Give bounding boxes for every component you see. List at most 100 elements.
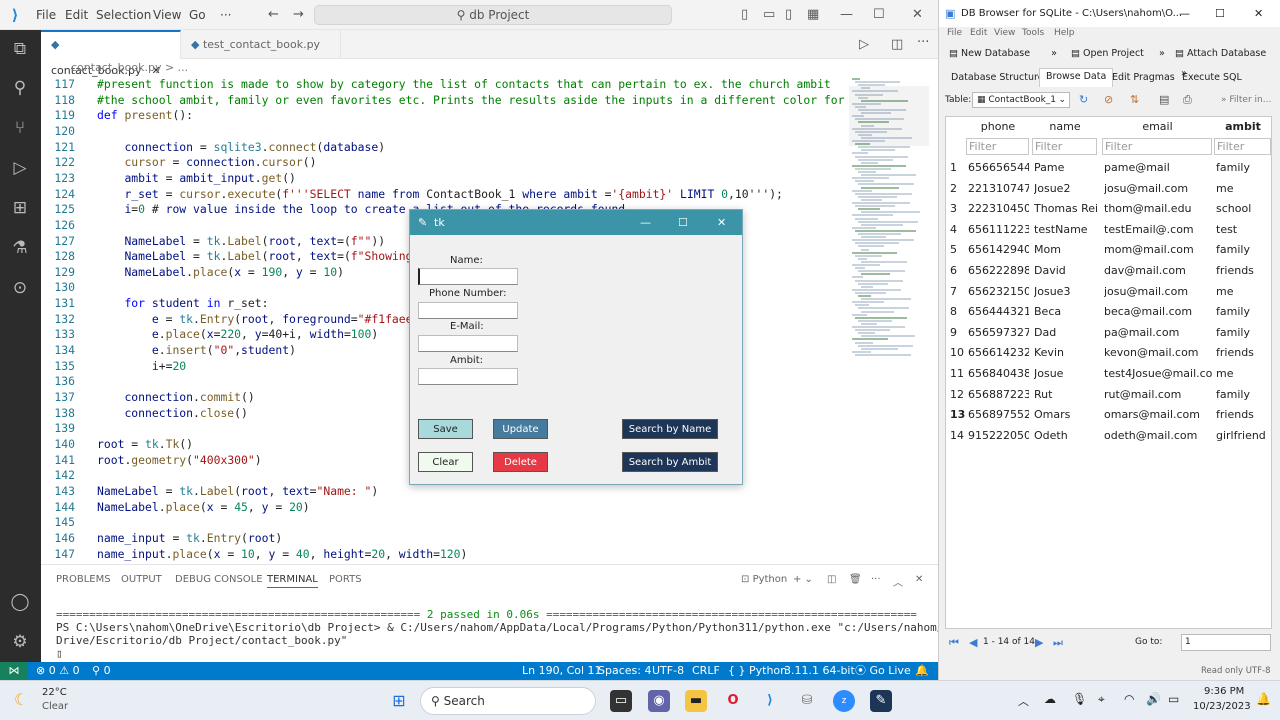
table-cell-email[interactable]: beca@mail.com (1104, 302, 1212, 322)
search-icon[interactable]: ⚲ (9, 77, 31, 99)
clear-filters-icon[interactable]: ⊘ (1104, 93, 1113, 106)
table-cell-name[interactable]: David (1034, 261, 1097, 281)
db-menu-view[interactable]: View (994, 28, 1015, 38)
panel-tab-problems[interactable]: PROBLEMS (56, 574, 111, 585)
clear-sorting-icon[interactable]: ⇅ (1130, 93, 1139, 106)
volume-icon[interactable]: 🔊 (1146, 692, 1161, 706)
table-cell-name[interactable]: Josue2 (1034, 179, 1097, 199)
panel-tab-debug-console[interactable]: DEBUG CONSOLE (175, 574, 263, 585)
table-cell-email[interactable]: omars@mail.com (1104, 405, 1212, 425)
customize-layout-icon[interactable]: ▦ (807, 7, 819, 22)
new-database-button[interactable]: ▤ New Database » (949, 44, 1057, 64)
table-cell-phone[interactable]: 6566142323 (968, 343, 1029, 363)
maximize-icon[interactable]: ☐ (678, 210, 688, 235)
table-cell-phone[interactable]: 6568404388 (968, 364, 1029, 384)
row-number[interactable]: 5 (950, 240, 966, 260)
row-number[interactable]: 14 (950, 426, 966, 446)
table-cell-ambit[interactable]: friends (1216, 343, 1271, 363)
filter-in-all-columns[interactable]: » Filter in... (1221, 95, 1271, 105)
close-panel-icon[interactable]: ✕ (915, 574, 923, 585)
gear-icon[interactable]: ⚙ (9, 631, 31, 653)
line-ending[interactable]: CRLF (692, 662, 720, 680)
last-page-icon[interactable]: ⏭ (1053, 636, 1063, 650)
search-by-name-button[interactable]: Search by Name (622, 419, 718, 439)
first-page-icon[interactable]: ⏮ (949, 636, 959, 650)
vscode-taskbar-icon[interactable]: ⟩ (759, 690, 781, 712)
trash-icon[interactable]: 🗑 (849, 574, 862, 585)
toggle-sidebar-icon[interactable]: ▯ (741, 7, 748, 22)
weather-desc[interactable]: Clear (42, 701, 68, 712)
phone-input[interactable] (418, 302, 518, 319)
minimize-icon[interactable]: — (840, 7, 853, 22)
table-cell-phone[interactable]: 656656544 (968, 158, 1029, 178)
table-cell-email[interactable]: thom@mail.edu (1104, 199, 1212, 219)
table-cell-ambit[interactable]: family (1216, 385, 1271, 405)
toggle-secondary-sidebar-icon[interactable]: ▯ (785, 7, 792, 22)
db-menu-edit[interactable]: Edit (970, 28, 987, 38)
table-cell-phone[interactable]: 2213107474 (968, 179, 1029, 199)
close-icon[interactable]: ✕ (912, 7, 923, 22)
row-number[interactable]: 6 (950, 261, 966, 281)
cursor-position[interactable]: Ln 190, Col 11 (522, 662, 602, 680)
column-header-ambit[interactable]: ambit (1214, 117, 1271, 137)
save-button[interactable]: Save (418, 419, 473, 439)
taskbar-search[interactable]: ⚲ Search (420, 687, 596, 715)
table-cell-name[interactable]: Kevin (1034, 343, 1097, 363)
table-cell-phone[interactable]: 6565973277 (968, 323, 1029, 343)
panel-tab-output[interactable]: OUTPUT (121, 574, 162, 585)
column-filter-phone[interactable]: Filter (966, 138, 1029, 155)
forward-arrow-icon[interactable]: → (293, 7, 304, 22)
table-cell-name[interactable]: Rut (1034, 385, 1097, 405)
tk-taskbar-icon[interactable]: ✎ (870, 690, 892, 712)
row-number[interactable]: 8 (950, 302, 966, 322)
table-cell-name[interactable]: testName (1034, 220, 1097, 240)
table-cell-ambit[interactable]: friends (1216, 405, 1271, 425)
account-icon[interactable]: ◯ (9, 591, 31, 613)
column-filter-name[interactable]: Filter (1032, 138, 1097, 155)
refresh-icon[interactable]: ↻ (1079, 93, 1088, 106)
table-cell-name[interactable]: Pame (1034, 158, 1097, 178)
table-cell-ambit[interactable]: me (1216, 179, 1271, 199)
table-cell-ambit[interactable]: family (1216, 302, 1271, 322)
table-cell-name[interactable]: Beca (1034, 302, 1097, 322)
panel-tab-terminal[interactable]: TERMINAL (267, 574, 318, 588)
menu-file[interactable]: File (36, 8, 56, 22)
language-mode[interactable]: { } Python (728, 662, 787, 680)
tab-contact-book[interactable]: ◆ contact_book.py ✕ (41, 30, 181, 77)
clock-time[interactable]: 9:36 PM (1204, 686, 1244, 697)
table-cell-ambit[interactable]: test (1216, 220, 1271, 240)
open-project-button[interactable]: ▤ Open Project » (1071, 44, 1165, 64)
minimap[interactable] (849, 76, 929, 564)
prev-page-icon[interactable]: ◀ (969, 636, 977, 649)
db-menu-tools[interactable]: Tools (1022, 28, 1044, 38)
row-number[interactable]: 9 (950, 323, 966, 343)
search-by-ambit-button[interactable]: Search by Ambit (622, 452, 718, 472)
table-cell-phone[interactable]: 6564443212 (968, 302, 1029, 322)
row-number[interactable]: 10 (950, 343, 966, 363)
table-cell-name[interactable]: Thomas Reid (1034, 199, 1097, 219)
minimap-slider[interactable] (849, 86, 929, 146)
table-cell-email[interactable]: pa@mail.com (1104, 323, 1212, 343)
zoom-icon[interactable]: z (833, 690, 855, 712)
tab-edit-pragmas[interactable]: Edit Pragmas (1112, 70, 1175, 86)
file-explorer-icon[interactable]: ▬ (685, 690, 707, 712)
split-terminal-icon[interactable]: ◫ (827, 574, 836, 585)
terminal-kind[interactable]: ⊡ Python (741, 574, 787, 585)
maximize-icon[interactable]: ☐ (873, 7, 885, 22)
clock-date[interactable]: 10/23/2023 (1193, 701, 1251, 712)
more-actions-icon[interactable]: ··· (917, 35, 929, 50)
table-cell-email[interactable]: rut@mail.com (1104, 385, 1212, 405)
close-icon[interactable]: ✕ (717, 210, 726, 235)
table-cell-phone[interactable]: 2223104505 (968, 199, 1029, 219)
close-icon[interactable]: ✕ (1254, 0, 1263, 27)
row-number[interactable]: 13 (950, 405, 966, 425)
menu-go[interactable]: Go (189, 8, 206, 22)
table-cell-phone[interactable]: 6562321509 (968, 282, 1029, 302)
testing-icon[interactable]: ⚗ (9, 237, 31, 259)
table-cell-email[interactable]: mom@mail.com (1104, 240, 1212, 260)
breadcrumb[interactable]: contact_book.py > ... (41, 59, 938, 77)
back-arrow-icon[interactable]: ← (268, 7, 279, 22)
maximize-icon[interactable]: ☐ (1215, 0, 1225, 27)
start-icon[interactable]: ⊞ (388, 690, 410, 712)
table-cell-email[interactable]: kevon@mail.com (1104, 343, 1212, 363)
